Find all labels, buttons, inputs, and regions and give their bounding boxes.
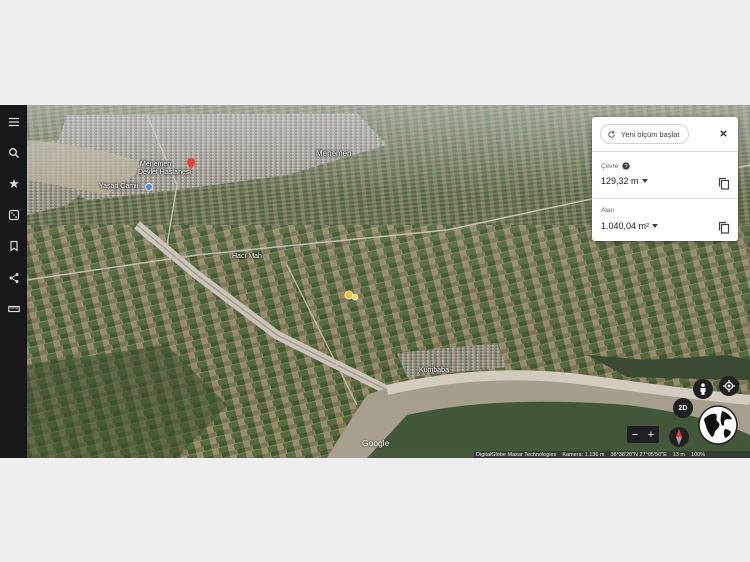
map-label-mosque[interactable]: Yaşad Camii [99,183,138,190]
copy-icon [718,221,730,234]
zoom-out-button[interactable]: − [627,426,643,443]
new-measurement-label: Yeni ölçüm başlat [621,129,680,139]
my-location-button[interactable] [719,376,739,396]
google-logo: Google [362,438,390,448]
divider [592,151,738,152]
projects-icon [9,240,18,252]
perimeter-label-row: Çevre ? [601,162,631,170]
measure-panel: Yeni ölçüm başlat Çevre ? 129,32 m Alan … [592,117,738,241]
voyager-button[interactable] [0,173,27,195]
feeling-lucky-icon [8,209,19,221]
divider [592,198,738,199]
search-button[interactable] [0,142,27,164]
area-unit-dropdown[interactable]: 1.040,04 m² [601,221,659,231]
zoom-in-button[interactable]: + [643,426,659,443]
elevation: 13 m [672,451,686,458]
map-label-poi[interactable]: Menemen [140,161,171,168]
share-icon [9,273,18,283]
globe-icon[interactable] [698,405,738,445]
coordinates: 38°38'20"N 27°05'50"E [610,451,667,458]
refresh-icon [608,130,615,138]
help-icon[interactable]: ? [622,162,631,170]
projects-button[interactable] [0,235,27,257]
loading-progress: 100% [691,451,706,458]
caret-down-icon [652,224,659,228]
perimeter-value: 129,32 m [601,176,639,186]
area-label: Alan [601,207,615,214]
map-label-village: Kumbaba [419,367,449,374]
new-measurement-button[interactable]: Yeni ölçüm başlat [600,124,689,144]
camera-altitude: Kamera: 1.136 m [562,451,605,458]
close-button[interactable] [714,124,732,142]
location-target-icon [723,380,735,392]
measure-button[interactable] [0,298,27,320]
status-bar: DigitalGlobe Maxar Technologies Kamera: … [474,451,750,458]
feeling-lucky-button[interactable] [0,204,27,226]
ruler-icon [7,305,20,313]
compass-icon[interactable] [668,426,690,448]
share-button[interactable] [0,267,27,289]
google-earth-window: Menemen Menemen Devlet Hastanesi Yaşad C… [0,105,750,458]
menu-button[interactable] [0,111,27,133]
search-icon [8,148,19,158]
voyager-icon [8,179,19,188]
map-label-road: Hacı Mah. [232,253,264,260]
toggle-2d-button[interactable]: 2D [673,398,693,418]
sidebar [0,105,27,458]
close-icon [719,129,727,137]
caret-down-icon [641,179,648,183]
copy-area-button[interactable] [718,221,730,234]
imagery-provider[interactable]: DigitalGlobe Maxar Technologies [476,452,556,458]
copy-perimeter-button[interactable] [718,177,730,190]
menu-icon [8,117,19,127]
perimeter-unit-dropdown[interactable]: 129,32 m [601,176,648,186]
svg-text:?: ? [625,164,628,170]
perimeter-label: Çevre [601,162,619,170]
copy-icon [718,177,730,190]
zoom-controls: − + [627,426,659,443]
map-label-hospital[interactable]: Devlet Hastanesi [138,169,191,176]
area-value: 1.040,04 m² [601,221,650,231]
pegman-button[interactable] [693,379,713,399]
map-label-district[interactable]: Menemen [316,149,352,158]
pegman-icon [700,383,706,395]
